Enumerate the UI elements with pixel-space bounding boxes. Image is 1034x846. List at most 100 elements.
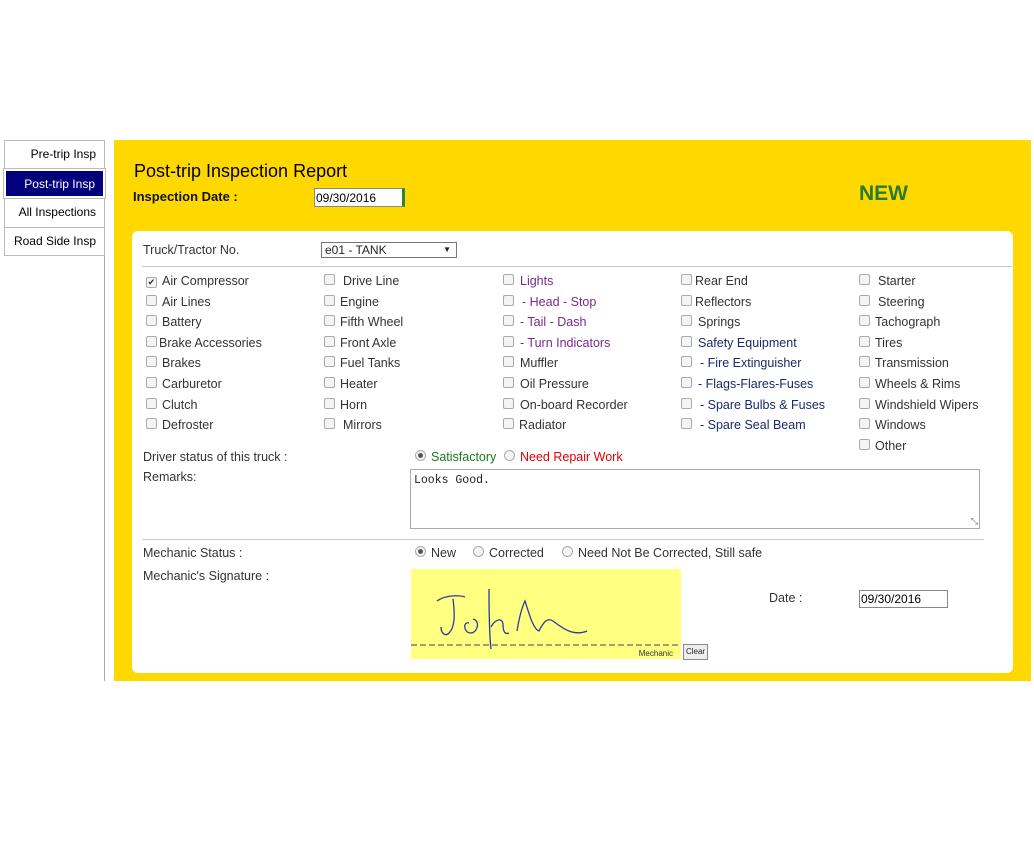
checkbox[interactable]	[324, 377, 335, 388]
check-heater[interactable]: Heater	[324, 377, 378, 391]
check-wheels-rims[interactable]: Wheels & Rims	[859, 377, 960, 391]
checkbox[interactable]	[503, 398, 514, 409]
check-tachograph[interactable]: Tachograph	[859, 315, 940, 329]
check-clutch[interactable]: Clutch	[146, 398, 197, 412]
radio-button[interactable]	[473, 546, 484, 557]
nav-all-inspections[interactable]: All Inspections	[4, 198, 105, 227]
check-head-stop[interactable]: - Head - Stop	[503, 295, 596, 309]
checkbox[interactable]	[324, 336, 335, 347]
checkbox[interactable]	[681, 336, 692, 347]
radio-button[interactable]	[562, 546, 573, 557]
radio-button[interactable]	[415, 546, 426, 557]
checkbox[interactable]	[681, 274, 692, 285]
checkbox[interactable]	[503, 295, 514, 306]
check-fifth-wheel[interactable]: Fifth Wheel	[324, 315, 403, 329]
check-spare-seal-beam[interactable]: - Spare Seal Beam	[681, 418, 806, 432]
check-transmission[interactable]: Transmission	[859, 356, 949, 370]
check-tires[interactable]: Tires	[859, 336, 902, 350]
checkbox[interactable]	[324, 315, 335, 326]
checkbox[interactable]	[859, 418, 870, 429]
check-defroster[interactable]: Defroster	[146, 418, 213, 432]
clear-signature-button[interactable]: Clear	[683, 644, 708, 660]
mechanic-date-input[interactable]	[859, 590, 948, 608]
checkbox[interactable]	[146, 356, 157, 367]
checkbox[interactable]	[146, 398, 157, 409]
check-starter[interactable]: Starter	[859, 274, 916, 288]
remarks-textarea[interactable]: Looks Good. ⤡	[410, 469, 980, 529]
check-steering[interactable]: Steering	[859, 295, 925, 309]
check-reflectors[interactable]: Reflectors	[681, 295, 751, 309]
checkbox[interactable]	[324, 356, 335, 367]
checkbox[interactable]	[503, 336, 514, 347]
check-air-compressor[interactable]: ✔ Air Compressor	[146, 274, 249, 288]
checkbox[interactable]	[859, 356, 870, 367]
checkbox[interactable]	[859, 439, 870, 450]
check-windows[interactable]: Windows	[859, 418, 926, 432]
check-front-axle[interactable]: Front Axle	[324, 336, 396, 350]
nav-pre-trip[interactable]: Pre-trip Insp	[4, 140, 105, 169]
check-horn[interactable]: Horn	[324, 398, 367, 412]
check-oil-pressure[interactable]: Oil Pressure	[503, 377, 589, 391]
check-fire-extinguisher[interactable]: - Fire Extinguisher	[681, 356, 801, 370]
check-fuel-tanks[interactable]: Fuel Tanks	[324, 356, 400, 370]
inspection-date-input[interactable]	[314, 188, 405, 207]
check-tail-dash[interactable]: - Tail - Dash	[503, 315, 586, 329]
checkbox[interactable]	[503, 315, 514, 326]
checkbox[interactable]	[146, 336, 157, 347]
checkbox[interactable]	[146, 418, 157, 429]
nav-post-trip[interactable]: Post-trip Insp	[3, 168, 106, 199]
checkbox[interactable]	[859, 295, 870, 306]
checkbox[interactable]	[859, 377, 870, 388]
check-engine[interactable]: Engine	[324, 295, 379, 309]
check-battery[interactable]: Battery	[146, 315, 202, 329]
checkbox[interactable]	[503, 377, 514, 388]
truck-select[interactable]: e01 - TANK ▼	[321, 242, 457, 258]
resize-handle-icon[interactable]: ⤡	[971, 518, 978, 527]
checkbox[interactable]	[859, 398, 870, 409]
check-brakes[interactable]: Brakes	[146, 356, 201, 370]
check-onboard-recorder[interactable]: On-board Recorder	[503, 398, 628, 412]
check-air-lines[interactable]: Air Lines	[146, 295, 211, 309]
check-flags-flares-fuses[interactable]: - Flags-Flares-Fuses	[681, 377, 813, 391]
check-drive-line[interactable]: Drive Line	[324, 274, 399, 288]
checkbox[interactable]	[146, 295, 157, 306]
radio-need-not-be-corrected[interactable]: Need Not Be Corrected, Still safe	[562, 546, 762, 560]
nav-road-side[interactable]: Road Side Insp	[4, 227, 105, 256]
check-other[interactable]: Other	[859, 439, 906, 453]
checkbox[interactable]	[859, 315, 870, 326]
checkbox[interactable]	[859, 274, 870, 285]
check-muffler[interactable]: Muffler	[503, 356, 558, 370]
checkbox[interactable]	[859, 336, 870, 347]
checkbox[interactable]	[681, 295, 692, 306]
check-radiator[interactable]: Radiator	[503, 418, 566, 432]
checkbox[interactable]	[503, 356, 514, 367]
radio-satisfactory[interactable]: Satisfactory	[415, 450, 496, 464]
checkbox[interactable]	[324, 398, 335, 409]
checkbox[interactable]	[146, 315, 157, 326]
radio-need-repair[interactable]: Need Repair Work	[504, 450, 623, 464]
check-springs[interactable]: Springs	[681, 315, 740, 329]
check-spare-bulbs-fuses[interactable]: - Spare Bulbs & Fuses	[681, 398, 825, 412]
checkbox[interactable]	[324, 418, 335, 429]
check-lights[interactable]: Lights	[503, 274, 553, 288]
checkbox[interactable]	[146, 377, 157, 388]
radio-button[interactable]	[504, 450, 515, 461]
check-mirrors[interactable]: Mirrors	[324, 418, 382, 432]
checkbox[interactable]: ✔	[146, 277, 157, 288]
radio-corrected[interactable]: Corrected	[473, 546, 544, 560]
checkbox[interactable]	[503, 418, 514, 429]
check-brake-accessories[interactable]: Brake Accessories	[146, 336, 262, 350]
signature-pad[interactable]: Mechanic	[411, 569, 681, 659]
checkbox[interactable]	[681, 356, 692, 367]
check-carburetor[interactable]: Carburetor	[146, 377, 222, 391]
checkbox[interactable]	[503, 274, 514, 285]
checkbox[interactable]	[681, 398, 692, 409]
checkbox[interactable]	[324, 295, 335, 306]
check-rear-end[interactable]: Rear End	[681, 274, 748, 288]
check-windshield-wipers[interactable]: Windshield Wipers	[859, 398, 979, 412]
check-safety-equipment[interactable]: Safety Equipment	[681, 336, 797, 350]
checkbox[interactable]	[681, 377, 692, 388]
check-turn-indicators[interactable]: - Turn Indicators	[503, 336, 610, 350]
radio-new[interactable]: New	[415, 546, 456, 560]
checkbox[interactable]	[324, 274, 335, 285]
